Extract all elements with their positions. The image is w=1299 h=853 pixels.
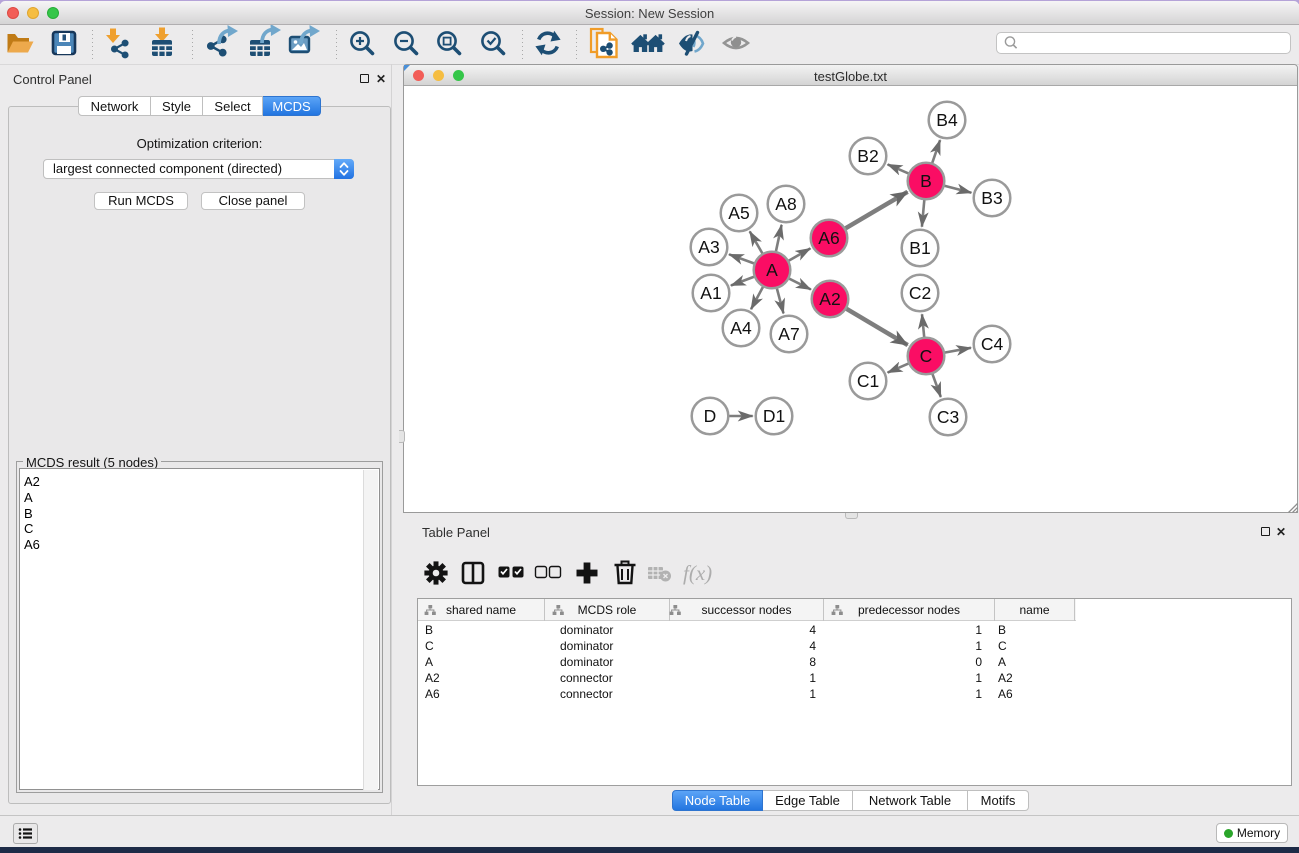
svg-text:C1: C1 xyxy=(857,371,879,391)
svg-text:A4: A4 xyxy=(730,318,752,338)
svg-text:C2: C2 xyxy=(909,283,931,303)
svg-text:A6: A6 xyxy=(818,228,839,248)
svg-text:D: D xyxy=(704,406,717,426)
svg-text:B3: B3 xyxy=(981,188,1002,208)
svg-text:B2: B2 xyxy=(857,146,878,166)
svg-text:A2: A2 xyxy=(819,289,840,309)
svg-text:A1: A1 xyxy=(700,283,721,303)
svg-text:C: C xyxy=(920,346,933,366)
svg-text:B4: B4 xyxy=(936,110,958,130)
svg-text:C4: C4 xyxy=(981,334,1004,354)
svg-text:A8: A8 xyxy=(775,194,796,214)
svg-text:B1: B1 xyxy=(909,238,930,258)
svg-text:C3: C3 xyxy=(937,407,959,427)
svg-text:D1: D1 xyxy=(763,406,785,426)
svg-text:B: B xyxy=(920,171,932,191)
svg-text:A7: A7 xyxy=(778,324,799,344)
svg-text:A3: A3 xyxy=(698,237,719,257)
svg-text:A5: A5 xyxy=(728,203,749,223)
svg-text:A: A xyxy=(766,260,778,280)
svg-text:f(x): f(x) xyxy=(683,561,712,585)
